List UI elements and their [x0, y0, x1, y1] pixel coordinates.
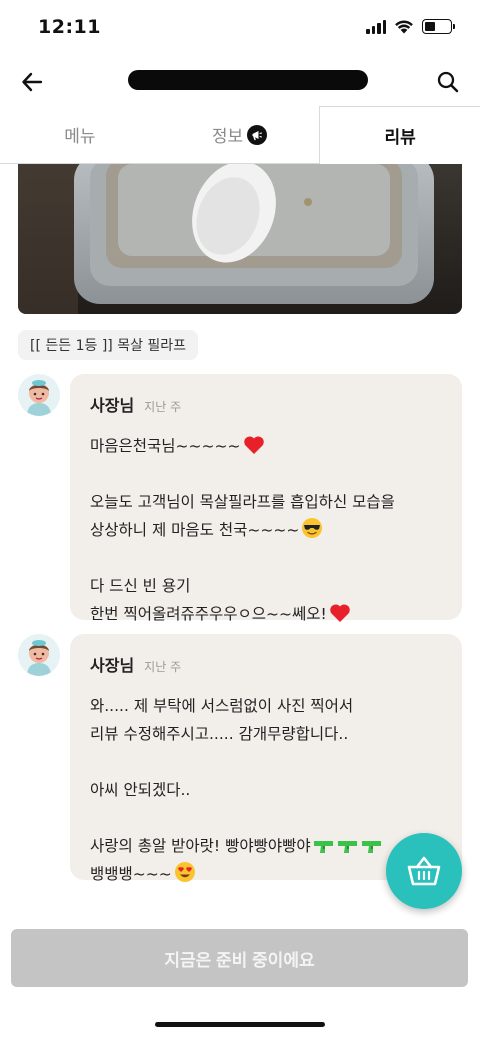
reply-line: 아씨 안되겠다..: [90, 781, 191, 799]
reply-line: 마음은천국님~~~~~: [90, 432, 442, 460]
owner-reply: 사장님 지난 주 와..... 제 부탁에 서스럼없이 사진 찍어서 리뷰 수정…: [18, 634, 462, 883]
heart-eyes-emoji-icon: [174, 862, 195, 882]
water-pistol-icon: [337, 841, 357, 853]
tab-menu[interactable]: 메뉴: [0, 106, 160, 163]
battery-icon: [422, 19, 455, 34]
search-icon: [437, 71, 459, 93]
review-menu-tag: [[ 든든 1등 ]] 목살 필라프: [18, 330, 199, 360]
water-pistol-icon: [361, 841, 381, 853]
red-heart-icon: [243, 436, 264, 454]
owner-reply: 사장님 지난 주 마음은천국님~~~~~ 오늘도 고객님이 목살필라프를 흡입하…: [18, 374, 462, 623]
status-icons: [366, 19, 455, 34]
reply-author: 사장님: [90, 396, 135, 415]
shopping-basket-icon: [407, 856, 441, 886]
cellular-signal-icon: [366, 19, 386, 34]
tab-review[interactable]: 리뷰: [319, 106, 480, 164]
water-pistol-icon: [313, 841, 333, 853]
red-heart-icon: [330, 604, 350, 622]
reply-line: 상상하니 제 마음도 천국~~~~: [90, 516, 442, 544]
reply-line: [90, 748, 442, 776]
app-header: [0, 58, 480, 106]
reply-line: 오늘도 고객님이 목살필라프를 흡입하신 모습을: [90, 493, 395, 511]
reply-bubble: 사장님 지난 주 마음은천국님~~~~~ 오늘도 고객님이 목살필라프를 흡입하…: [70, 374, 462, 623]
reply-author: 사장님: [90, 656, 135, 675]
arrow-left-icon: [22, 72, 43, 92]
search-button[interactable]: [432, 66, 464, 98]
back-button[interactable]: [16, 66, 48, 98]
reply-line: 와..... 제 부탁에 서스럼없이 사진 찍어서: [90, 697, 354, 715]
reply-line: 다 드신 빈 용기: [90, 577, 191, 595]
tab-info[interactable]: 정보: [160, 106, 320, 163]
reply-line: [90, 460, 442, 488]
megaphone-icon: [247, 124, 268, 145]
reply-time: 지난 주: [144, 660, 182, 674]
tab-review-label: 리뷰: [384, 128, 416, 148]
cart-button[interactable]: [386, 833, 462, 909]
owner-avatar: [18, 634, 60, 676]
status-bar: 12:11: [0, 0, 480, 58]
sunglasses-emoji-icon: [302, 518, 323, 538]
reply-line: [90, 544, 442, 572]
tab-bar: 메뉴 정보 리뷰: [0, 106, 480, 164]
reply-line: [90, 804, 442, 832]
reply-line: 한번 찍어올려쥬주우우ㅇ으~~쎄오!: [90, 600, 442, 628]
tab-info-label: 정보: [211, 127, 244, 147]
reply-line: 리뷰 수정해주시고..... 감개무량합니다..: [90, 725, 349, 743]
wifi-icon: [395, 20, 413, 34]
reply-time: 지난 주: [144, 400, 182, 414]
tab-menu-label: 메뉴: [64, 127, 96, 147]
order-button[interactable]: 지금은 준비 중이에요: [11, 929, 468, 987]
home-indicator: [155, 1022, 325, 1027]
status-time: 12:11: [38, 16, 101, 38]
store-name-redacted: [128, 70, 368, 90]
review-photo[interactable]: [18, 164, 462, 314]
owner-avatar: [18, 374, 60, 416]
